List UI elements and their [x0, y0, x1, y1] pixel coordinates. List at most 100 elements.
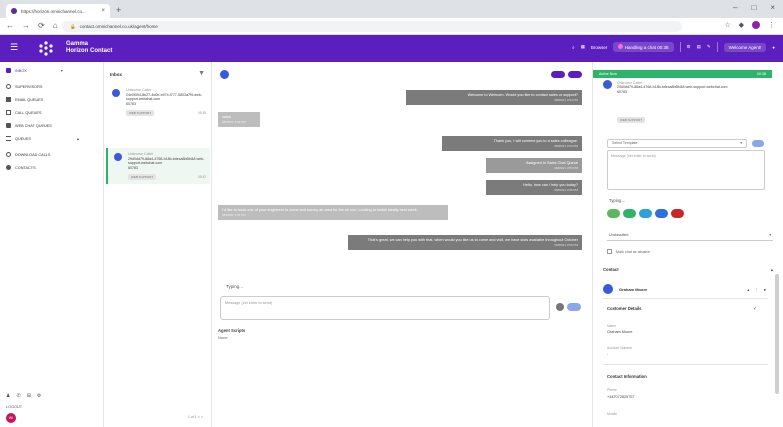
handling-dot-icon [618, 44, 624, 49]
window-controls: – □ × [733, 3, 775, 12]
new-tab-button[interactable]: + [116, 5, 121, 15]
settings-tool-icon[interactable]: ⚙ [37, 393, 41, 399]
check-icon[interactable]: ✓ [753, 306, 757, 312]
phone-tool-icon[interactable]: ✆ [16, 393, 20, 399]
note-input[interactable]: Message (ctrl enter to send) [607, 150, 765, 190]
dialpad-icon[interactable]: ⊞ [27, 393, 31, 399]
active-status-bar: Active Now 00:38 [593, 70, 772, 78]
more-icon[interactable]: ⋮ [768, 21, 775, 29]
header-status-bar: ⌕ ▦ Browser Handling a chat 00:38 ⚙ ▤ ✎ … [572, 42, 775, 52]
chat-message-customer: I'd like to book one of your engineers t… [218, 205, 448, 221]
accept-button[interactable] [607, 209, 620, 218]
pen-icon[interactable]: ✎ [707, 44, 711, 50]
download-icon [6, 152, 11, 157]
conversation-item-active[interactable]: Unknown Caller 29d0dd79-88a4-4768-b18b-b… [106, 148, 210, 184]
caller-avatar [112, 89, 120, 97]
send-button[interactable] [567, 303, 581, 311]
profile-avatar[interactable] [752, 21, 760, 29]
chevron-up-icon[interactable]: ▴ [77, 136, 79, 141]
chat-message-bot: Welcome to Webcom. Would you like to con… [406, 90, 582, 106]
tab-close-icon[interactable]: × [101, 8, 105, 14]
address-input[interactable]: 🔒 contact.omnichannel.co.uk/agent/home [62, 21, 682, 32]
queue-tag: WEB SUPPORT [128, 174, 157, 180]
star-icon[interactable]: ☆ [724, 21, 730, 29]
minimize-button[interactable]: – [733, 3, 737, 12]
sidebar-item-contacts[interactable]: CONTACTS [6, 165, 36, 170]
search-icon[interactable]: ⌕ [572, 45, 575, 50]
end-chat-button[interactable] [568, 71, 582, 78]
logout-link[interactable]: LOGOUT [6, 405, 22, 409]
checkbox-icon[interactable] [607, 249, 612, 254]
sidebar-tools: ♟ ✆ ⊞ ⚙ [6, 393, 41, 399]
sidebar-item-email-queues[interactable]: EMAIL QUEUES [6, 97, 43, 102]
people-tool-icon[interactable]: ♟ [6, 393, 10, 399]
filter-icon[interactable]: ▼ [198, 70, 205, 77]
sidebar: INBOX ▾ SUPERVISORS EMAIL QUEUES CALL QU… [0, 62, 104, 427]
chevron-icon[interactable]: ▾ [61, 68, 63, 73]
forward-button[interactable] [655, 209, 668, 218]
mail-icon [6, 97, 11, 102]
home-icon[interactable]: ⌂ [53, 21, 58, 30]
hamburger-menu-icon[interactable]: ☰ [10, 42, 18, 53]
chat-avatar [220, 70, 229, 79]
scrollbar[interactable] [775, 274, 779, 394]
caller-avatar [114, 153, 122, 161]
message-input[interactable]: Message (ctrl enter to send) [220, 296, 550, 320]
transfer-button[interactable] [551, 71, 565, 78]
sidebar-item-web-chat-queues[interactable]: WEB CHAT QUEUES [6, 123, 52, 128]
sidebar-item-call-queues[interactable]: CALL QUEUES [6, 110, 41, 115]
conversation-item[interactable]: Unknown Caller 24e0f594-8b27-4d0b-b974-f… [106, 84, 210, 120]
divider [603, 364, 768, 365]
sidebar-item-download-calls[interactable]: DOWNLOAD CALLS [6, 152, 50, 157]
forward-icon[interactable]: → [22, 21, 30, 30]
grid-icon[interactable]: ▦ [581, 44, 585, 50]
chevron-down-icon: ▾ [740, 141, 742, 145]
avatar[interactable]: WI [6, 413, 16, 423]
attach-icon[interactable] [556, 303, 564, 311]
caller-port: 60783 [126, 101, 136, 106]
abusive-checkbox[interactable]: Mark chat as abusive [607, 249, 650, 254]
agent-menu[interactable]: Welcome Agent! [723, 42, 767, 52]
user-icon[interactable]: ● [772, 45, 775, 50]
maximize-button[interactable]: □ [751, 3, 756, 12]
agent-scripts-value: None [218, 335, 228, 340]
close-window-button[interactable]: × [770, 3, 775, 12]
divider [679, 42, 681, 52]
sidebar-item-queues[interactable]: QUEUES ▴ [6, 136, 79, 141]
extension-icon[interactable]: ◆ [739, 21, 744, 29]
tab-title: https://horizon.omnichannel.co... [21, 8, 86, 14]
pagination[interactable]: 1 of 1 < > [188, 415, 203, 419]
conversation-time: 05:38 [198, 111, 206, 115]
name-label: Name [607, 324, 617, 328]
end-button[interactable] [671, 209, 684, 218]
address-bar-row: ← → ⟳ ⌂ 🔒 contact.omnichannel.co.uk/agen… [0, 18, 783, 35]
reload-icon[interactable]: ⟳ [38, 21, 45, 30]
caller-id: 29d0dd79-88a4-4768-b18b-bdeca8b6fd48 web… [128, 156, 205, 166]
caller-info: Unknown Caller 29d0dd79-88a4-4768-b18b-b… [617, 81, 728, 94]
disposition-select[interactable]: Unclassified ▾ [607, 232, 773, 241]
handling-status: Handling a chat 00:38 [613, 42, 674, 52]
queue-tag: WEB SUPPORT [126, 110, 155, 116]
url-text: contact.omnichannel.co.uk/agent/home [79, 24, 158, 29]
contact-information-title: Contact Information [607, 374, 647, 379]
template-select[interactable]: Select Template ▾ [607, 139, 747, 148]
settings-icon[interactable]: ⚙ [687, 44, 691, 50]
chat-message-agent: That's great, we can help you with that,… [348, 235, 582, 251]
resume-button[interactable] [623, 209, 636, 218]
sidebar-item-inbox[interactable]: INBOX ▾ [6, 68, 63, 73]
favicon-icon [11, 8, 17, 14]
notes-icon[interactable]: ▤ [697, 44, 701, 50]
chat-message-agent: Hello, how can I help you today? 08/09/2… [486, 180, 582, 196]
status-label[interactable]: Browser [591, 45, 608, 50]
contact-section-header[interactable]: Contact ▴ [603, 267, 773, 272]
divider [603, 298, 768, 299]
inbox-title: Inbox [110, 72, 122, 77]
transfer-button[interactable] [639, 209, 652, 218]
template-send-button[interactable] [752, 140, 764, 147]
back-icon[interactable]: ← [6, 21, 14, 30]
contact-card[interactable]: Graham Moore ▴ ⋮ ● [603, 284, 768, 294]
contact-controls[interactable]: ▴ ⋮ ● [747, 287, 768, 292]
sidebar-item-supervisors[interactable]: SUPERVISORS [6, 84, 42, 89]
browser-tab[interactable]: https://horizon.omnichannel.co... × [6, 4, 110, 18]
phone-value: +447072825757 [607, 395, 635, 399]
